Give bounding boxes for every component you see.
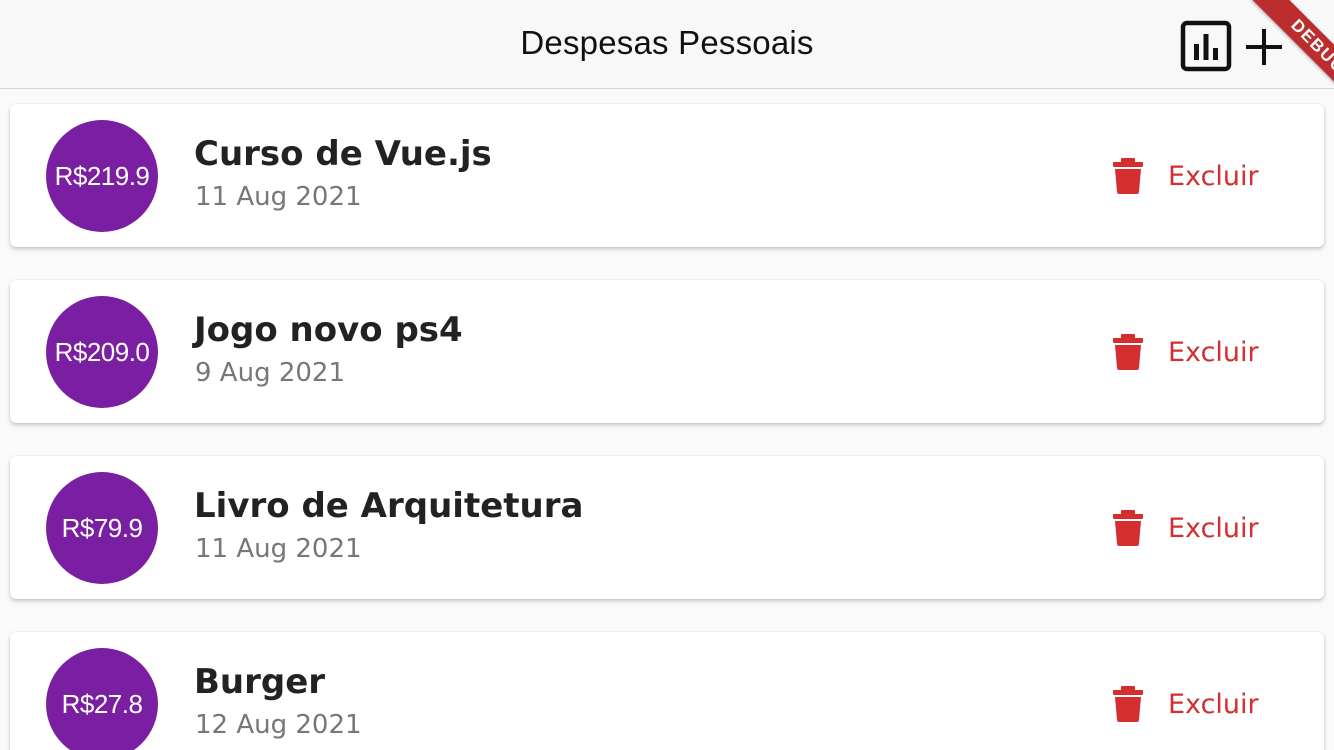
trash-icon bbox=[1113, 510, 1143, 546]
chart-button[interactable] bbox=[1180, 20, 1232, 72]
transaction-title: Livro de Arquitetura bbox=[194, 486, 584, 526]
amount-avatar: R$79.9 bbox=[46, 472, 158, 584]
amount-avatar: R$209.0 bbox=[46, 296, 158, 408]
transaction-card: R$209.0 Jogo novo ps4 9 Aug 2021 Excluir bbox=[10, 280, 1324, 423]
transaction-date: 9 Aug 2021 bbox=[195, 358, 346, 388]
trash-icon bbox=[1113, 334, 1143, 370]
transaction-date: 11 Aug 2021 bbox=[195, 182, 362, 212]
app-screen: Despesas Pessoais DEBUG R$219.9 Curso de… bbox=[0, 0, 1334, 750]
add-icon bbox=[1246, 29, 1282, 65]
app-bar: Despesas Pessoais bbox=[0, 0, 1334, 89]
delete-label: Excluir bbox=[1168, 336, 1259, 368]
transaction-title: Burger bbox=[194, 662, 326, 702]
trash-icon bbox=[1113, 686, 1143, 722]
trash-icon bbox=[1113, 158, 1143, 194]
add-button[interactable] bbox=[1244, 28, 1284, 68]
delete-button[interactable]: Excluir bbox=[1110, 154, 1259, 198]
transaction-card: R$219.9 Curso de Vue.js 11 Aug 2021 Excl… bbox=[10, 104, 1324, 247]
delete-label: Excluir bbox=[1168, 512, 1259, 544]
delete-button[interactable]: Excluir bbox=[1110, 506, 1259, 550]
amount-avatar: R$27.8 bbox=[46, 648, 158, 750]
page-title: Despesas Pessoais bbox=[520, 24, 814, 61]
amount-avatar: R$219.9 bbox=[46, 120, 158, 232]
transaction-card: R$79.9 Livro de Arquitetura 11 Aug 2021 … bbox=[10, 456, 1324, 599]
transaction-date: 11 Aug 2021 bbox=[195, 534, 362, 564]
transaction-title: Jogo novo ps4 bbox=[194, 310, 463, 350]
delete-label: Excluir bbox=[1168, 688, 1259, 720]
transaction-date: 12 Aug 2021 bbox=[195, 710, 362, 740]
transaction-card: R$27.8 Burger 12 Aug 2021 Excluir bbox=[10, 632, 1324, 750]
delete-button[interactable]: Excluir bbox=[1110, 330, 1259, 374]
transaction-title: Curso de Vue.js bbox=[194, 134, 492, 174]
bar-chart-icon bbox=[1180, 20, 1232, 72]
delete-label: Excluir bbox=[1168, 160, 1259, 192]
delete-button[interactable]: Excluir bbox=[1110, 682, 1259, 726]
